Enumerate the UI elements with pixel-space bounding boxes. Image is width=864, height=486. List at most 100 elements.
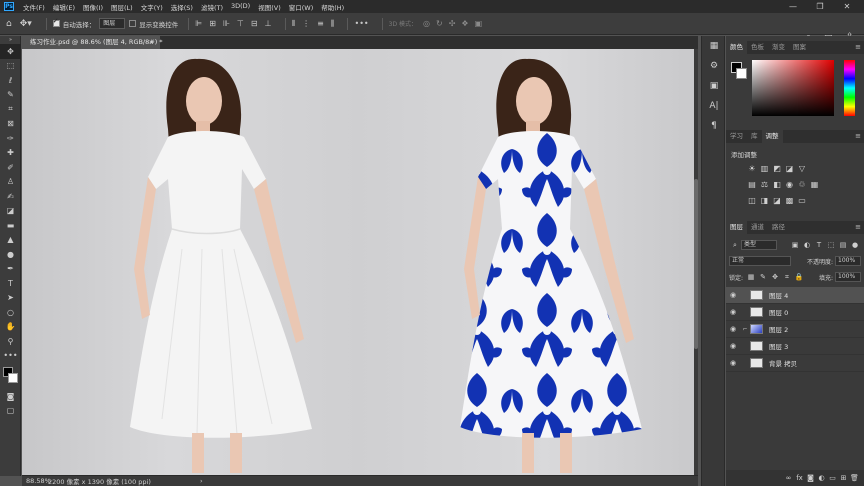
scrollbar-thumb[interactable] [694, 179, 698, 349]
screen-mode-icon[interactable]: ▢ [0, 404, 21, 419]
frame-tool-icon[interactable]: ⊠ [0, 117, 21, 132]
layer-row[interactable]: ◉ 图层 0 [726, 304, 864, 321]
document-tab[interactable]: 练习作业.psd @ 88.6% (图层 4, RGB/8#) * × [22, 36, 163, 49]
status-menu-arrow[interactable]: › [200, 477, 203, 485]
exposure-icon[interactable]: ◪ [784, 162, 796, 174]
distribute-spacing-icon[interactable]: ⫼ [331, 19, 335, 29]
layer-row[interactable]: ◉ 图层 4 [726, 287, 864, 304]
posterize-icon[interactable]: ◨ [759, 194, 771, 206]
curves-icon[interactable]: ◩ [771, 162, 783, 174]
photo-filter-icon[interactable]: ◉ [784, 178, 796, 190]
3d-slide-icon[interactable]: ❖ [461, 19, 468, 28]
menu-item-5[interactable]: 选择(S) [167, 2, 197, 12]
menu-item-4[interactable]: 文字(Y) [137, 2, 167, 12]
close-window-button[interactable]: ✕ [834, 0, 860, 13]
color-balance-icon[interactable]: ⚖ [759, 178, 771, 190]
learn-panel-menu-icon[interactable]: ≡ [855, 130, 861, 143]
threshold-icon[interactable]: ◪ [771, 194, 783, 206]
invert-icon[interactable]: ◫ [746, 194, 758, 206]
menu-item-10[interactable]: 帮助(H) [317, 2, 348, 12]
layer-row[interactable]: ◉ 图层 3 [726, 338, 864, 355]
visibility-eye-icon[interactable]: ◉ [726, 291, 740, 299]
delete-layer-icon[interactable]: 🗑 [849, 474, 860, 482]
panel-background-swatch[interactable] [736, 68, 747, 79]
3d-orbit-icon[interactable]: ◎ [423, 19, 430, 28]
visibility-eye-icon[interactable]: ◉ [726, 342, 740, 350]
quick-select-tool-icon[interactable]: ✎ [0, 88, 21, 103]
hand-tool-icon[interactable]: ✋ [0, 320, 21, 335]
canvas-vertical-scrollbar[interactable] [694, 49, 698, 475]
distribute-horizontal-icon[interactable]: ⋮ [302, 19, 310, 28]
align-top-icon[interactable]: ⊤ [237, 19, 244, 28]
color-tab-1[interactable]: 色板 [747, 41, 768, 54]
healing-brush-tool-icon[interactable]: ✚ [0, 146, 21, 161]
color-panel-menu-icon[interactable]: ≡ [855, 41, 861, 54]
learn-tab-0[interactable]: 学习 [726, 130, 747, 143]
brush-tool-icon[interactable]: ✐ [0, 160, 21, 175]
pixel-filter-icon[interactable]: ▣ [789, 241, 801, 249]
adjustment-filter-icon[interactable]: ◐ [801, 241, 813, 249]
levels-icon[interactable]: ▥ [759, 162, 771, 174]
menu-item-3[interactable]: 图层(L) [107, 2, 137, 12]
visibility-eye-icon[interactable]: ◉ [726, 325, 740, 333]
menu-item-6[interactable]: 滤镜(T) [197, 2, 227, 12]
eyedropper-tool-icon[interactable]: ✑ [0, 131, 21, 146]
history-panel-icon[interactable]: ▦ [702, 36, 726, 56]
lock-artboard-icon[interactable]: ⌗ [781, 273, 793, 282]
quick-mask-icon[interactable]: ◙ [0, 389, 21, 404]
minimize-button[interactable]: — [780, 0, 806, 13]
background-color-swatch[interactable] [8, 373, 18, 383]
lock-position-icon[interactable]: ✥ [769, 273, 781, 281]
layer-row[interactable]: ◉ 背景 拷贝 [726, 355, 864, 372]
pen-tool-icon[interactable]: ✒ [0, 262, 21, 277]
lock-all-icon[interactable]: 🔒 [793, 273, 805, 281]
link-layers-icon[interactable]: ∞ [783, 474, 794, 482]
align-right-icon[interactable]: ⊪ [223, 19, 230, 28]
distribute-vertical-icon[interactable]: ≡ [317, 19, 324, 28]
visibility-eye-icon[interactable]: ◉ [726, 308, 740, 316]
new-adjustment-layer-icon[interactable]: ◐ [816, 474, 827, 482]
properties-panel-icon[interactable]: ⚙ [702, 56, 726, 76]
3d-pan-icon[interactable]: ✣ [449, 19, 456, 28]
zoom-tool-icon[interactable]: ⚲ [0, 334, 21, 349]
menu-item-2[interactable]: 图像(I) [79, 2, 107, 12]
channel-mixer-icon[interactable]: ♲ [796, 178, 808, 190]
smart-object-filter-icon[interactable]: ▤ [837, 241, 849, 249]
lock-pixels-icon[interactable]: ✎ [757, 273, 769, 281]
character-panel-icon[interactable]: A| [702, 96, 726, 116]
learn-tab-1[interactable]: 库 [747, 130, 762, 143]
more-tools-icon[interactable]: ••• [0, 349, 21, 364]
menu-item-8[interactable]: 视图(V) [254, 2, 285, 12]
path-select-tool-icon[interactable]: ➤ [0, 291, 21, 306]
paragraph-panel-icon[interactable]: ¶ [702, 116, 726, 136]
type-filter-icon[interactable]: T [813, 241, 825, 249]
auto-select-checkbox[interactable] [52, 17, 60, 27]
type-tool-icon[interactable]: T [0, 276, 21, 291]
align-bottom-icon[interactable]: ⊥ [265, 19, 272, 28]
visibility-eye-icon[interactable]: ◉ [726, 359, 740, 367]
color-lookup-icon[interactable]: ▦ [809, 178, 821, 190]
lasso-tool-icon[interactable]: ℓ [0, 73, 21, 88]
actions-panel-icon[interactable]: ▣ [702, 76, 726, 96]
black-white-icon[interactable]: ◧ [771, 178, 783, 190]
layer-style-icon[interactable]: fx [794, 474, 805, 482]
shape-filter-icon[interactable]: ⬚ [825, 241, 837, 249]
menu-item-7[interactable]: 3D(D) [227, 2, 254, 12]
menu-item-1[interactable]: 编辑(E) [49, 2, 79, 12]
selective-color-icon[interactable]: ▩ [784, 194, 796, 206]
layer-filter-dropdown[interactable]: 类型 [741, 240, 777, 250]
layer-row[interactable]: ◉ ⌐ 图层 2 [726, 321, 864, 338]
layers-tab-2[interactable]: 路径 [768, 221, 789, 234]
canvas[interactable] [22, 49, 694, 475]
align-middle-icon[interactable]: ⊟ [251, 19, 258, 28]
ellipse-tool-icon[interactable]: ○ [0, 305, 21, 320]
maximize-button[interactable]: ❐ [807, 0, 833, 13]
layers-panel-menu-icon[interactable]: ≡ [855, 221, 861, 234]
3d-roll-icon[interactable]: ↻ [436, 19, 443, 28]
add-mask-icon[interactable]: ◙ [805, 474, 816, 482]
dodge-tool-icon[interactable]: ● [0, 247, 21, 262]
color-tab-2[interactable]: 渐变 [768, 41, 789, 54]
close-document-icon[interactable]: × [149, 36, 154, 49]
more-options-icon[interactable]: ••• [354, 19, 368, 28]
layers-tab-1[interactable]: 通道 [747, 221, 768, 234]
